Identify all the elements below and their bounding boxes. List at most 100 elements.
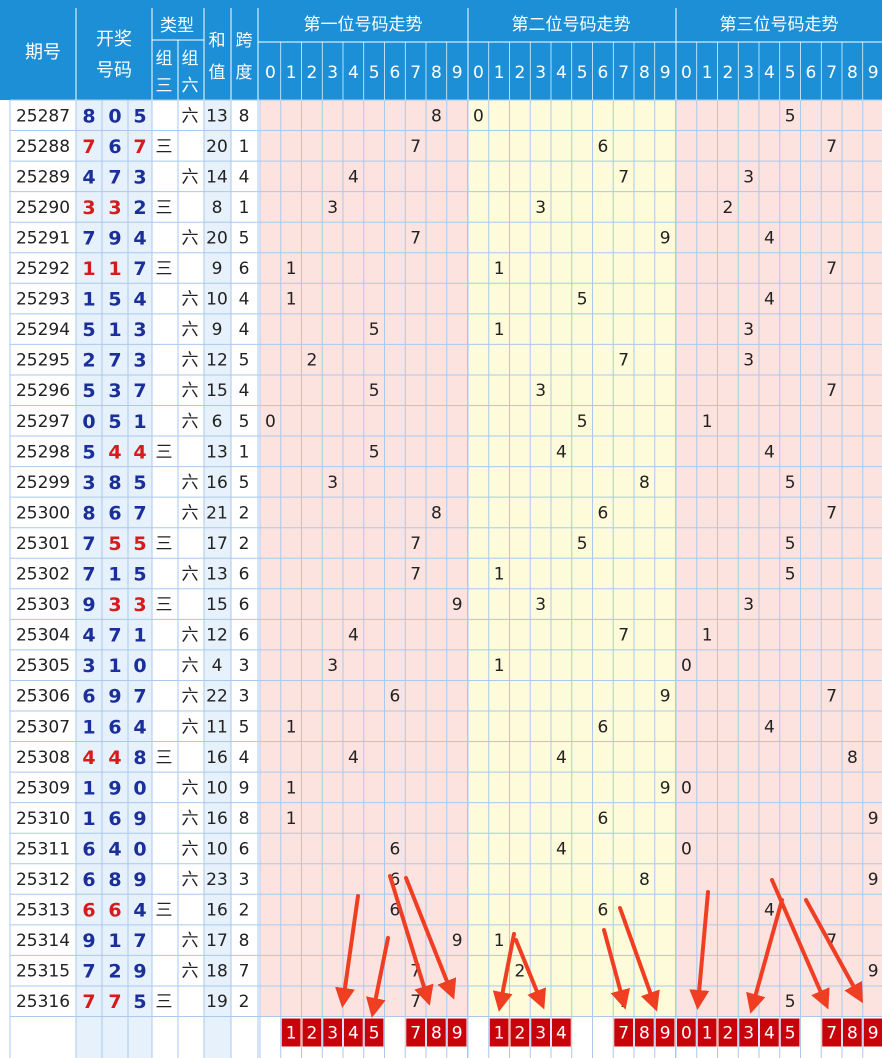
header-draw-line1: 开奖 (96, 29, 132, 50)
group6-mark: 六 (182, 962, 199, 982)
group6-mark: 六 (182, 565, 199, 585)
span-value: 4 (239, 320, 250, 340)
sum-value: 10 (206, 778, 228, 798)
sum-value: 19 (206, 992, 228, 1012)
trend-value-pos2: 4 (556, 442, 567, 462)
group6-mark: 六 (182, 656, 199, 676)
trend-value-pos1: 7 (410, 565, 421, 585)
group3-mark: 三 (156, 748, 173, 768)
trend-value-pos3: 0 (681, 656, 692, 676)
draw-digit: 9 (82, 930, 95, 952)
group3-mark: 三 (156, 595, 173, 615)
trend-value-pos3: 5 (785, 106, 796, 126)
issue-number: 25308 (16, 748, 70, 768)
sum-value: 21 (206, 503, 228, 523)
pick-digit: 2 (306, 1024, 317, 1044)
draw-digit: 9 (108, 777, 121, 799)
pick-digit: 3 (743, 1024, 754, 1044)
draw-digit: 7 (82, 961, 95, 983)
digit-header-3-5: 5 (785, 63, 796, 83)
trend-value-pos1: 4 (348, 626, 359, 646)
pick-digit: 5 (785, 1024, 796, 1044)
span-value: 5 (239, 473, 250, 493)
draw-digit: 9 (133, 869, 146, 891)
trend-value-pos2: 8 (639, 870, 650, 890)
draw-digit: 1 (108, 930, 121, 952)
span-value: 5 (239, 412, 250, 432)
digit-header-3-9: 9 (868, 63, 879, 83)
trend-value-pos3: 5 (785, 473, 796, 493)
group6-mark: 六 (182, 167, 199, 187)
draw-digit: 1 (82, 716, 95, 738)
draw-digit: 7 (82, 533, 95, 555)
trend-value-pos3: 8 (847, 748, 858, 768)
draw-digit: 1 (82, 777, 95, 799)
digit-header-1-7: 7 (410, 63, 421, 83)
trend-value-pos1: 5 (369, 442, 380, 462)
trend-value-pos2: 1 (494, 320, 505, 340)
group6-mark: 六 (182, 473, 199, 493)
span-value: 6 (239, 626, 250, 646)
trend-value-pos2: 7 (618, 167, 629, 187)
digit-header-1-8: 8 (431, 63, 442, 83)
span-value: 4 (239, 748, 250, 768)
issue-number: 25292 (16, 259, 70, 279)
header-group6-b: 六 (182, 76, 199, 96)
trend-value-pos3: 4 (764, 228, 775, 248)
draw-digit: 6 (82, 869, 95, 891)
header-draw-line2: 号码 (96, 60, 132, 81)
trend-value-pos1: 8 (431, 503, 442, 523)
sum-value: 15 (206, 595, 228, 615)
draw-digit: 6 (108, 136, 121, 158)
trend-value-pos2: 8 (639, 473, 650, 493)
draw-digit: 5 (82, 380, 95, 402)
draw-digit: 1 (133, 625, 146, 647)
trend-value-pos3: 4 (764, 290, 775, 310)
digit-header-3-1: 1 (702, 63, 713, 83)
draw-digit: 3 (133, 319, 146, 341)
span-value: 5 (239, 351, 250, 371)
trend-value-pos2: 1 (494, 656, 505, 676)
draw-digit: 7 (108, 350, 121, 372)
trend-value-pos3: 4 (764, 717, 775, 737)
trend-value-pos3: 4 (764, 442, 775, 462)
draw-digit: 9 (108, 227, 121, 249)
trend-value-pos2: 6 (597, 137, 608, 157)
trend-value-pos2: 0 (473, 106, 484, 126)
group6-mark: 六 (182, 320, 199, 340)
trend-value-pos3: 4 (764, 901, 775, 921)
draw-digit: 0 (82, 411, 95, 433)
trend-value-pos3: 7 (826, 137, 837, 157)
digit-header-1-0: 0 (265, 63, 276, 83)
trend-value-pos3: 7 (826, 687, 837, 707)
trend-value-pos2: 1 (494, 259, 505, 279)
group6-mark: 六 (182, 778, 199, 798)
sum-value: 12 (206, 626, 228, 646)
digit-header-1-1: 1 (286, 63, 297, 83)
span-value: 6 (239, 259, 250, 279)
sum-value: 16 (206, 473, 228, 493)
draw-digit: 9 (133, 961, 146, 983)
trend-value-pos3: 0 (681, 778, 692, 798)
draw-digit: 8 (108, 472, 121, 494)
draw-digit: 0 (133, 655, 146, 677)
sum-value: 16 (206, 748, 228, 768)
trend-value-pos1: 7 (410, 228, 421, 248)
digit-header-1-6: 6 (389, 63, 400, 83)
trend-value-pos3: 1 (702, 626, 713, 646)
digit-header-3-6: 6 (805, 63, 816, 83)
group6-mark: 六 (182, 351, 199, 371)
draw-digit: 3 (82, 472, 95, 494)
sum-value: 20 (206, 228, 228, 248)
trend-value-pos2: 1 (494, 931, 505, 951)
draw-digit: 6 (108, 808, 121, 830)
digit-header-3-4: 4 (764, 63, 775, 83)
draw-digit: 8 (133, 747, 146, 769)
header-sum-b: 值 (209, 63, 226, 83)
draw-digit: 7 (133, 502, 146, 524)
sum-value: 17 (206, 931, 228, 951)
issue-number: 25289 (16, 167, 70, 187)
trend-value-pos1: 0 (265, 412, 276, 432)
pick-digit: 7 (618, 1024, 629, 1044)
pick-digit: 9 (868, 1024, 879, 1044)
